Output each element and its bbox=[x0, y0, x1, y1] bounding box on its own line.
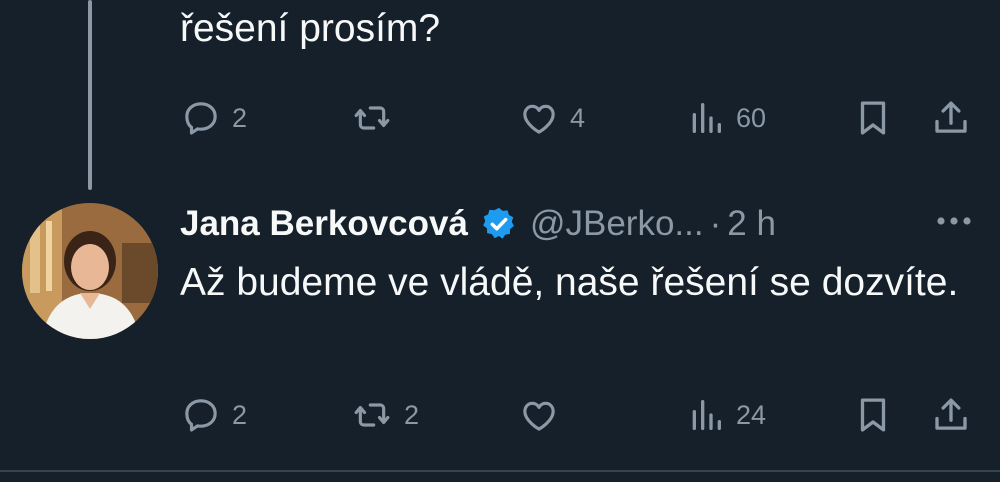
tweet-divider bbox=[0, 470, 1000, 472]
more-options-button[interactable] bbox=[930, 205, 978, 241]
views-count: 60 bbox=[736, 102, 767, 133]
thread-connector-line bbox=[88, 0, 92, 190]
views-count: 24 bbox=[736, 399, 767, 430]
retweet-button[interactable]: 2 bbox=[350, 393, 419, 437]
bookmark-icon bbox=[852, 394, 894, 436]
verified-badge-icon bbox=[480, 205, 518, 243]
previous-tweet-text: řešení prosím? bbox=[180, 0, 960, 60]
share-button[interactable] bbox=[930, 96, 972, 140]
previous-tweet-actions: 2 4 60 bbox=[180, 96, 980, 140]
retweet-count: 2 bbox=[404, 399, 420, 430]
views-button[interactable]: 24 bbox=[686, 393, 766, 437]
bookmark-icon bbox=[852, 97, 894, 139]
views-icon bbox=[686, 98, 726, 138]
tweet-timestamp[interactable]: 2 h bbox=[727, 204, 776, 244]
author-name[interactable]: Jana Berkovcová bbox=[180, 204, 468, 244]
views-icon bbox=[686, 395, 726, 435]
like-button[interactable]: 4 bbox=[518, 96, 585, 140]
reply-button[interactable]: 2 bbox=[180, 96, 247, 140]
tweet-text: Až budeme ve vládě, naše řešení se dozví… bbox=[180, 261, 959, 304]
reply-tweet-actions: 2 2 24 bbox=[180, 393, 980, 437]
tweet-header: Jana Berkovcová @JBerko... · 2 h bbox=[180, 200, 776, 248]
share-icon bbox=[930, 97, 972, 139]
previous-tweet-text-tail: řešení prosím? bbox=[180, 7, 441, 50]
reply-icon bbox=[180, 98, 222, 138]
like-icon bbox=[518, 98, 560, 138]
reply-count: 2 bbox=[232, 399, 248, 430]
retweet-icon bbox=[350, 98, 394, 138]
header-separator: · bbox=[709, 204, 722, 243]
retweet-button[interactable] bbox=[350, 96, 404, 140]
like-icon bbox=[518, 395, 560, 435]
retweet-icon bbox=[350, 395, 394, 435]
share-button[interactable] bbox=[930, 393, 972, 437]
author-handle[interactable]: @JBerko... bbox=[530, 204, 704, 244]
bookmark-button[interactable] bbox=[852, 393, 894, 437]
bookmark-button[interactable] bbox=[852, 96, 894, 140]
reply-button[interactable]: 2 bbox=[180, 393, 247, 437]
reply-count: 2 bbox=[232, 102, 248, 133]
like-button[interactable] bbox=[518, 393, 570, 437]
views-button[interactable]: 60 bbox=[686, 96, 766, 140]
more-icon bbox=[934, 214, 974, 232]
reply-icon bbox=[180, 395, 222, 435]
like-count: 4 bbox=[570, 102, 586, 133]
avatar[interactable] bbox=[22, 203, 158, 339]
share-icon bbox=[930, 394, 972, 436]
